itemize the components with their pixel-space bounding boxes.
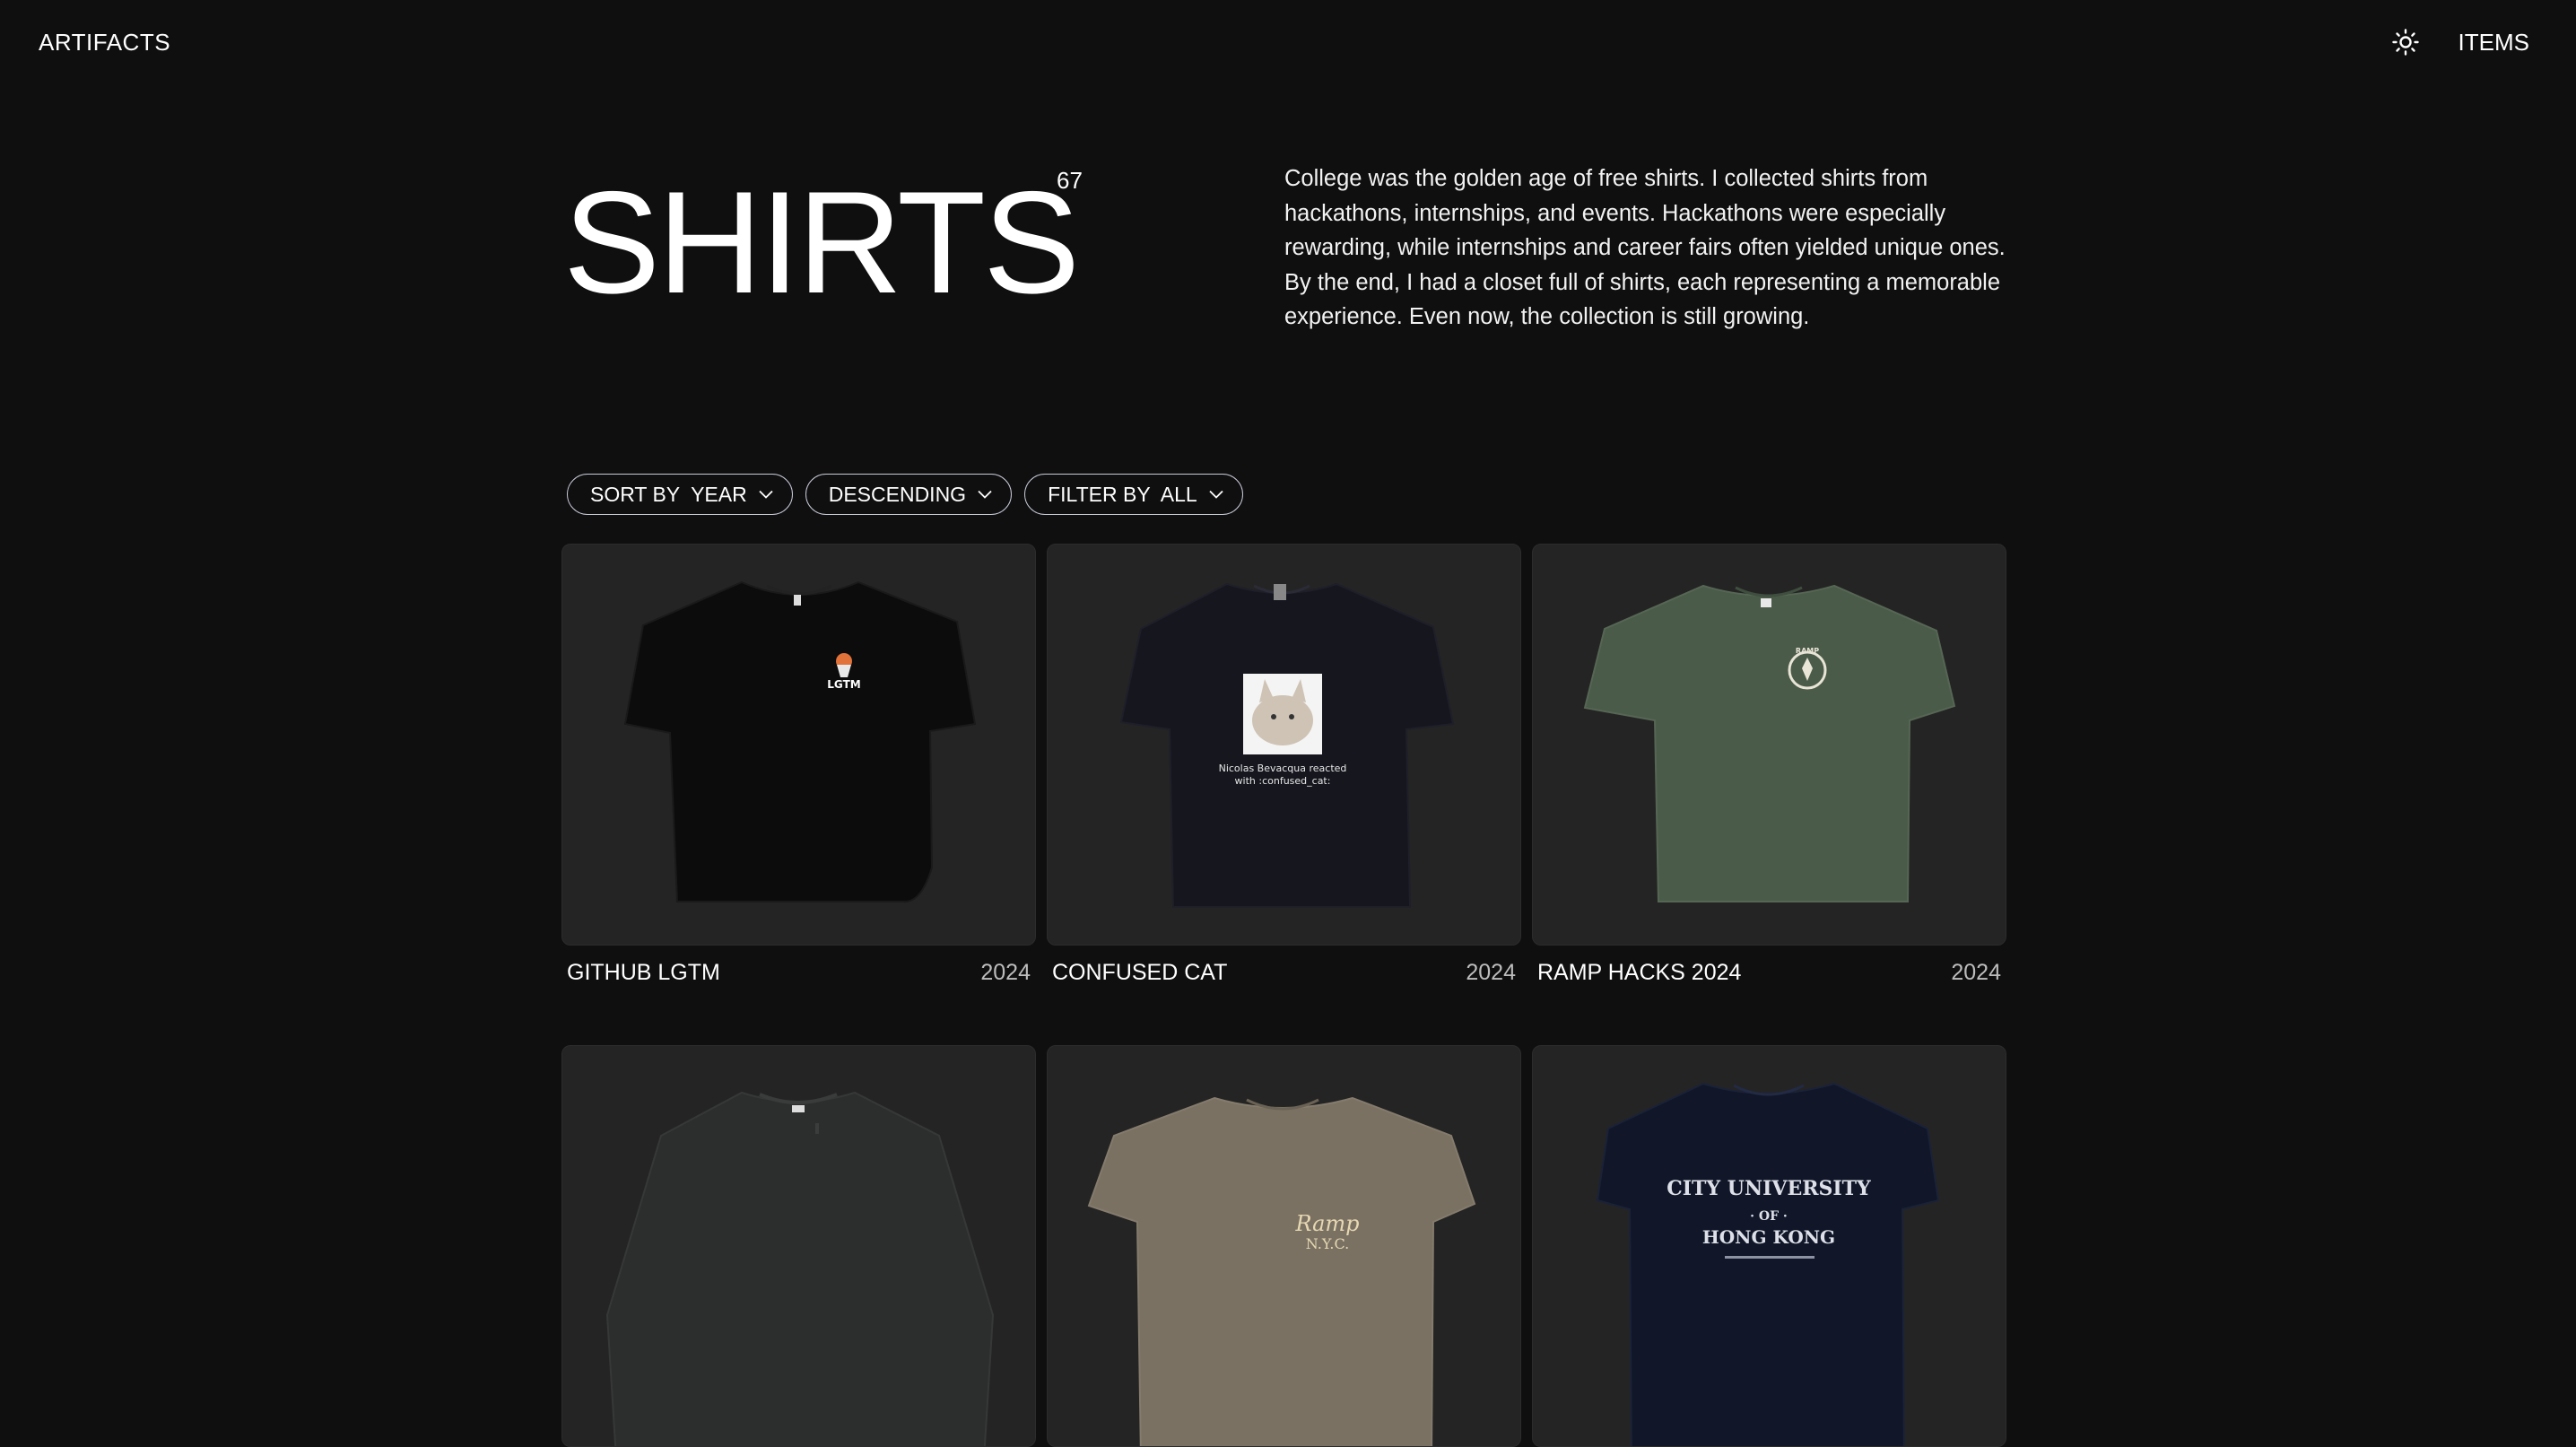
sort-by-dropdown[interactable]: SORT BY YEAR — [567, 474, 793, 515]
shirt-graphic-text: N.Y.C. — [1306, 1235, 1349, 1252]
top-right-actions: ITEMS — [2390, 27, 2529, 57]
item-count: 67 — [1057, 167, 1083, 194]
shirt-graphic-text: RAMP — [1796, 647, 1819, 655]
shirt-name: GITHUB LGTM — [567, 960, 720, 985]
shirt-name: RAMP HACKS 2024 — [1537, 960, 1742, 985]
order-label: DESCENDING — [828, 482, 967, 506]
shirt-graphic-text: with :confused_cat: — [1235, 775, 1331, 787]
filter-by-dropdown[interactable]: FILTER BY ALL — [1024, 474, 1243, 515]
shirt-name: CONFUSED CAT — [1052, 960, 1228, 985]
page-description: College was the golden age of free shirt… — [1284, 166, 2006, 329]
sort-by-label: SORT BY YEAR — [590, 482, 747, 506]
shirt-year: 2024 — [980, 960, 1031, 985]
items-link[interactable]: ITEMS — [2459, 29, 2529, 57]
shirt-grid: LGTM GITHUB LGTM 2024 Nicolas Bevacqua r… — [561, 544, 2009, 1447]
top-bar: ARTIFACTS ITEMS — [0, 0, 2576, 84]
shirt-graphic-text: Nicolas Bevacqua reacted — [1219, 763, 1347, 774]
chevron-down-icon — [1208, 486, 1224, 502]
shirt-image: LGTM — [561, 544, 1036, 946]
sun-icon[interactable] — [2390, 27, 2421, 57]
filter-by-label: FILTER BY ALL — [1048, 482, 1197, 506]
shirt-card-confused-cat[interactable]: Nicolas Bevacqua reacted with :confused_… — [1047, 544, 1521, 986]
hero-section: SHIRTS 67 College was the golden age of … — [563, 153, 2007, 368]
shirt-card[interactable]: CITY UNIVERSITY · OF · HONG KONG — [1532, 1045, 2006, 1447]
shirt-image: CITY UNIVERSITY · OF · HONG KONG — [1532, 1045, 2006, 1447]
shirt-graphic-text: CITY UNIVERSITY — [1667, 1177, 1871, 1200]
shirt-illustration — [605, 1091, 995, 1446]
shirt-year: 2024 — [1466, 960, 1516, 985]
shirt-card-github-lgtm[interactable]: LGTM GITHUB LGTM 2024 — [561, 544, 1036, 986]
shirt-image — [561, 1045, 1036, 1447]
page-title: SHIRTS — [563, 161, 1080, 324]
shirt-image: RAMP — [1532, 544, 2006, 946]
title-block: SHIRTS 67 — [563, 153, 1101, 332]
shirt-graphic-text: LGTM — [827, 678, 860, 691]
shirt-year: 2024 — [1951, 960, 2001, 985]
shirt-graphic-text: · OF · — [1750, 1209, 1788, 1224]
shirt-image: Ramp N.Y.C. — [1047, 1045, 1521, 1447]
brand-link[interactable]: ARTIFACTS — [39, 29, 170, 57]
chevron-down-icon — [758, 486, 774, 502]
shirt-card-ramp-hacks-2024[interactable]: RAMP RAMP HACKS 2024 2024 — [1532, 544, 2006, 986]
shirt-meta: RAMP HACKS 2024 2024 — [1532, 960, 2006, 986]
chevron-down-icon — [977, 486, 993, 502]
shirt-illustration: Nicolas Bevacqua reacted with :confused_… — [1119, 582, 1455, 908]
shirt-card[interactable] — [561, 1045, 1036, 1447]
shirt-meta: CONFUSED CAT 2024 — [1047, 960, 1521, 986]
shirt-card[interactable]: Ramp N.Y.C. — [1047, 1045, 1521, 1447]
order-dropdown[interactable]: DESCENDING — [805, 474, 1013, 515]
shirt-illustration: RAMP — [1583, 584, 1956, 902]
shirt-illustration: Ramp N.Y.C. — [1087, 1096, 1476, 1446]
shirt-image: Nicolas Bevacqua reacted with :confused_… — [1047, 544, 1521, 946]
shirt-meta: GITHUB LGTM 2024 — [561, 960, 1036, 986]
shirt-illustration: LGTM — [623, 580, 977, 903]
filter-bar: SORT BY YEAR DESCENDING FILTER BY ALL — [567, 474, 1243, 515]
shirt-graphic-text: Ramp — [1294, 1211, 1359, 1236]
shirt-illustration: CITY UNIVERSITY · OF · HONG KONG — [1596, 1082, 1940, 1446]
shirt-graphic-text: HONG KONG — [1702, 1226, 1835, 1248]
